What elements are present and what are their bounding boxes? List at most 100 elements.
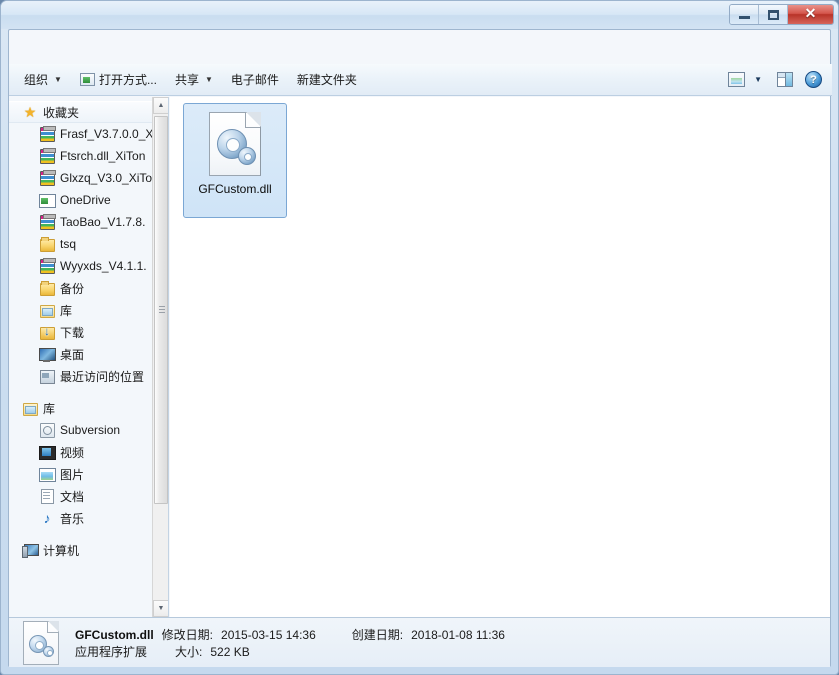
gear-small-shape	[43, 645, 54, 657]
chevron-down-icon: ▼	[204, 75, 213, 84]
download-icon	[39, 324, 55, 340]
gear-small-shape	[238, 147, 256, 165]
open-with-icon	[79, 73, 95, 86]
sidebar-item-label: 库	[60, 303, 73, 318]
title-bar: ✕	[1, 1, 838, 29]
file-list-view[interactable]: GFCustom.dll	[170, 97, 830, 617]
archive-icon	[39, 148, 56, 164]
details-pane: GFCustom.dll 修改日期: 2015-03-15 14:36 创建日期…	[9, 617, 830, 667]
share-button[interactable]: 共享 ▼	[166, 68, 222, 92]
maximize-icon	[767, 9, 779, 20]
chevron-down-icon: ▼	[54, 75, 62, 84]
minimize-icon	[738, 16, 750, 19]
sidebar-item-label: 下载	[60, 325, 85, 340]
sidebar-item-videos[interactable]: 视频	[9, 441, 152, 463]
sidebar-group-libraries[interactable]: 库	[9, 397, 152, 419]
music-icon: ♪	[43, 510, 51, 526]
open-with-button[interactable]: 打开方式...	[71, 68, 166, 92]
sidebar-item-downloads[interactable]: 下载	[9, 321, 152, 343]
details-created-value: 2018-01-08 11:36	[411, 627, 505, 642]
sidebar-item-label: OneDrive	[60, 193, 111, 207]
details-file-type: 应用程序扩展	[75, 644, 148, 659]
preview-pane-icon[interactable]	[777, 72, 793, 87]
change-view-icon[interactable]	[728, 72, 746, 87]
new-folder-label: 新建文件夹	[296, 73, 357, 87]
subversion-icon	[39, 422, 55, 438]
file-item-gfcustom-dll[interactable]: GFCustom.dll	[183, 103, 287, 218]
library-icon	[39, 302, 55, 318]
sidebar-item-label: 桌面	[60, 347, 85, 362]
library-icon	[22, 400, 38, 416]
sidebar-item-documents[interactable]: 文档	[9, 485, 152, 507]
email-label: 电子邮件	[230, 73, 279, 87]
details-size-label: 大小:	[175, 644, 203, 659]
sidebar-item-label: Glxzq_V3.0_XiTo	[60, 171, 152, 185]
sidebar-item-music[interactable]: ♪ 音乐	[9, 507, 152, 529]
view-chevron-down-icon[interactable]: ▼	[747, 75, 769, 84]
scroll-down-button[interactable]: ▼	[153, 600, 168, 617]
documents-icon	[39, 488, 55, 504]
email-button[interactable]: 电子邮件	[222, 68, 288, 92]
sidebar-item-recent-places[interactable]: 最近访问的位置	[9, 365, 152, 387]
sidebar-group-favorites[interactable]: ★ 收藏夹	[9, 101, 152, 123]
recent-places-icon	[39, 368, 55, 384]
scrollbar-thumb[interactable]	[154, 116, 168, 504]
sidebar-item-frasf[interactable]: Frasf_V3.7.0.0_X	[9, 123, 152, 145]
sidebar-item-onedrive[interactable]: OneDrive	[9, 189, 152, 211]
details-modified-value: 2015-03-15 14:36	[221, 627, 316, 642]
archive-icon	[39, 126, 56, 142]
details-size-value: 522 KB	[210, 644, 250, 659]
archive-icon	[39, 214, 56, 230]
sidebar-item-taobao[interactable]: TaoBao_V1.7.8.	[9, 211, 152, 233]
share-label: 共享	[174, 73, 199, 87]
details-text-block: GFCustom.dll 修改日期: 2015-03-15 14:36 创建日期…	[75, 626, 505, 660]
minimize-button[interactable]	[730, 5, 759, 24]
navigation-list: ★ 收藏夹 Frasf_V3.7.0.0_X Ftsrch.dll_XiTon …	[9, 97, 152, 617]
scroll-up-button[interactable]: ▲	[153, 97, 168, 114]
help-icon[interactable]: ?	[805, 71, 822, 88]
sidebar-item-label: Ftsrch.dll_XiTon	[60, 149, 146, 163]
computer-icon	[22, 542, 39, 558]
details-line-primary: GFCustom.dll 修改日期: 2015-03-15 14:36 创建日期…	[75, 626, 505, 643]
sidebar-item-pictures[interactable]: 图片	[9, 463, 152, 485]
scrollbar-grip-icon	[159, 306, 165, 314]
sidebar-group-label: 收藏夹	[43, 105, 80, 120]
archive-icon	[39, 258, 56, 274]
sidebar-item-label: Wyyxds_V4.1.1.	[60, 259, 147, 273]
folder-icon	[39, 280, 55, 296]
organize-button[interactable]: 组织 ▼	[15, 68, 71, 92]
explorer-window: ✕ ◀ ▶ ▼ ▸ 新建文件夹 ▼ ↻ 搜索 新建文件夹	[0, 0, 839, 675]
details-file-name: GFCustom.dll	[75, 627, 154, 642]
details-modified-label: 修改日期:	[161, 627, 214, 642]
sidebar-group-label: 计算机	[43, 543, 80, 558]
details-line-secondary: 应用程序扩展 大小: 522 KB	[75, 643, 505, 660]
navigation-scrollbar[interactable]: ▲ ▼	[152, 97, 168, 617]
caret-up-icon: ▲	[157, 102, 165, 109]
video-icon	[39, 444, 56, 460]
sidebar-item-library-fav[interactable]: 库	[9, 299, 152, 321]
toolbar-right-group: ▼ ?	[728, 71, 826, 88]
desktop-icon	[39, 346, 56, 362]
sidebar-item-desktop[interactable]: 桌面	[9, 343, 152, 365]
sidebar-item-ftsrch[interactable]: Ftsrch.dll_XiTon	[9, 145, 152, 167]
onedrive-icon	[39, 192, 56, 208]
sidebar-group-computer[interactable]: 计算机	[9, 539, 152, 561]
sidebar-item-label: 视频	[60, 445, 85, 460]
close-button[interactable]: ✕	[788, 5, 833, 24]
sidebar-item-label: 备份	[60, 281, 85, 296]
sidebar-item-subversion[interactable]: Subversion	[9, 419, 152, 441]
dll-gear-icon	[209, 112, 261, 176]
sidebar-item-label: 文档	[60, 489, 85, 504]
sidebar-item-glxzq[interactable]: Glxzq_V3.0_XiTo	[9, 167, 152, 189]
maximize-button[interactable]	[759, 5, 788, 24]
sidebar-item-wyyxds[interactable]: Wyyxds_V4.1.1.	[9, 255, 152, 277]
command-toolbar: 组织 ▼ 打开方式... 共享 ▼ 电子邮件 新建文件夹 ▼ ?	[9, 64, 832, 96]
open-with-label: 打开方式...	[98, 73, 157, 87]
sidebar-item-tsq[interactable]: tsq	[9, 233, 152, 255]
sidebar-item-label: TaoBao_V1.7.8.	[60, 215, 146, 229]
new-folder-button[interactable]: 新建文件夹	[288, 68, 366, 92]
details-created-label: 创建日期:	[351, 627, 404, 642]
sidebar-item-beifen[interactable]: 备份	[9, 277, 152, 299]
